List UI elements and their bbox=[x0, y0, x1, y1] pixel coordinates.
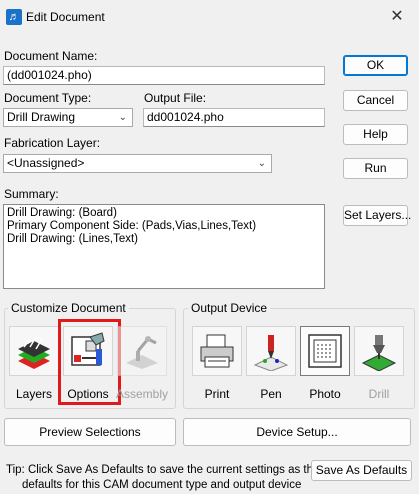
photo-label: Photo bbox=[309, 387, 341, 401]
summary-line: Drill Drawing: (Lines,Text) bbox=[7, 233, 139, 245]
pen-label: Pen bbox=[260, 387, 282, 401]
printer-icon bbox=[200, 334, 234, 368]
customize-document-title: Customize Document bbox=[8, 301, 129, 315]
close-button[interactable]: ✕ bbox=[386, 6, 408, 28]
cancel-button[interactable]: Cancel bbox=[343, 90, 408, 111]
fabrication-layer-label: Fabrication Layer: bbox=[4, 136, 101, 150]
layers-icon bbox=[18, 336, 50, 369]
fabrication-layer-value: <Unassigned> bbox=[7, 156, 85, 170]
fabrication-layer-select[interactable]: <Unassigned> ⌄ bbox=[3, 154, 272, 173]
assembly-button[interactable] bbox=[117, 326, 167, 376]
window-title: Edit Document bbox=[26, 10, 105, 24]
options-label: Options bbox=[67, 387, 109, 401]
document-type-label: Document Type: bbox=[4, 91, 92, 105]
run-button[interactable]: Run bbox=[343, 158, 408, 179]
document-name-field[interactable]: (dd001024.pho) bbox=[3, 66, 325, 85]
layers-label: Layers bbox=[15, 387, 53, 401]
output-file-field[interactable]: dd001024.pho bbox=[143, 108, 325, 127]
save-as-defaults-button[interactable]: Save As Defaults bbox=[311, 460, 412, 481]
print-label: Print bbox=[204, 387, 230, 401]
document-name-label: Document Name: bbox=[4, 49, 98, 63]
document-type-select[interactable]: Drill Drawing ⌄ bbox=[3, 108, 133, 127]
tip-line-1: Tip: Click Save As Defaults to save the … bbox=[6, 464, 320, 476]
assembly-icon bbox=[126, 336, 158, 369]
chevron-down-icon: ⌄ bbox=[118, 112, 127, 123]
document-type-value: Drill Drawing bbox=[7, 110, 76, 124]
photo-plotter-icon bbox=[308, 334, 342, 368]
summary-label: Summary: bbox=[4, 187, 59, 201]
drill-icon bbox=[361, 335, 397, 371]
options-button[interactable] bbox=[63, 326, 113, 376]
photo-button[interactable] bbox=[300, 326, 350, 376]
drill-label: Drill bbox=[368, 387, 390, 401]
pen-plotter-icon bbox=[253, 335, 289, 371]
chevron-down-icon: ⌄ bbox=[257, 158, 266, 169]
help-button[interactable]: Help bbox=[343, 124, 408, 145]
output-file-label: Output File: bbox=[144, 91, 207, 105]
summary-line: Primary Component Side: (Pads,Vias,Lines… bbox=[7, 220, 257, 232]
device-setup-button[interactable]: Device Setup... bbox=[183, 418, 411, 446]
app-icon: ♬ bbox=[6, 9, 22, 25]
drill-button[interactable] bbox=[354, 326, 404, 376]
tip-line-2: defaults for this CAM document type and … bbox=[22, 479, 302, 491]
summary-line: Drill Drawing: (Board) bbox=[7, 207, 117, 219]
preview-selections-button[interactable]: Preview Selections bbox=[4, 418, 176, 446]
close-icon: ✕ bbox=[390, 8, 404, 25]
set-layers-button[interactable]: Set Layers... bbox=[343, 205, 411, 226]
pen-button[interactable] bbox=[246, 326, 296, 376]
ok-button[interactable]: OK bbox=[343, 55, 408, 76]
options-icon bbox=[71, 332, 105, 366]
print-button[interactable] bbox=[192, 326, 242, 376]
layers-button[interactable] bbox=[9, 326, 59, 376]
assembly-label: Assembly bbox=[115, 387, 168, 401]
summary-textbox[interactable]: Drill Drawing: (Board) Primary Component… bbox=[3, 204, 325, 289]
output-device-title: Output Device bbox=[188, 301, 271, 315]
